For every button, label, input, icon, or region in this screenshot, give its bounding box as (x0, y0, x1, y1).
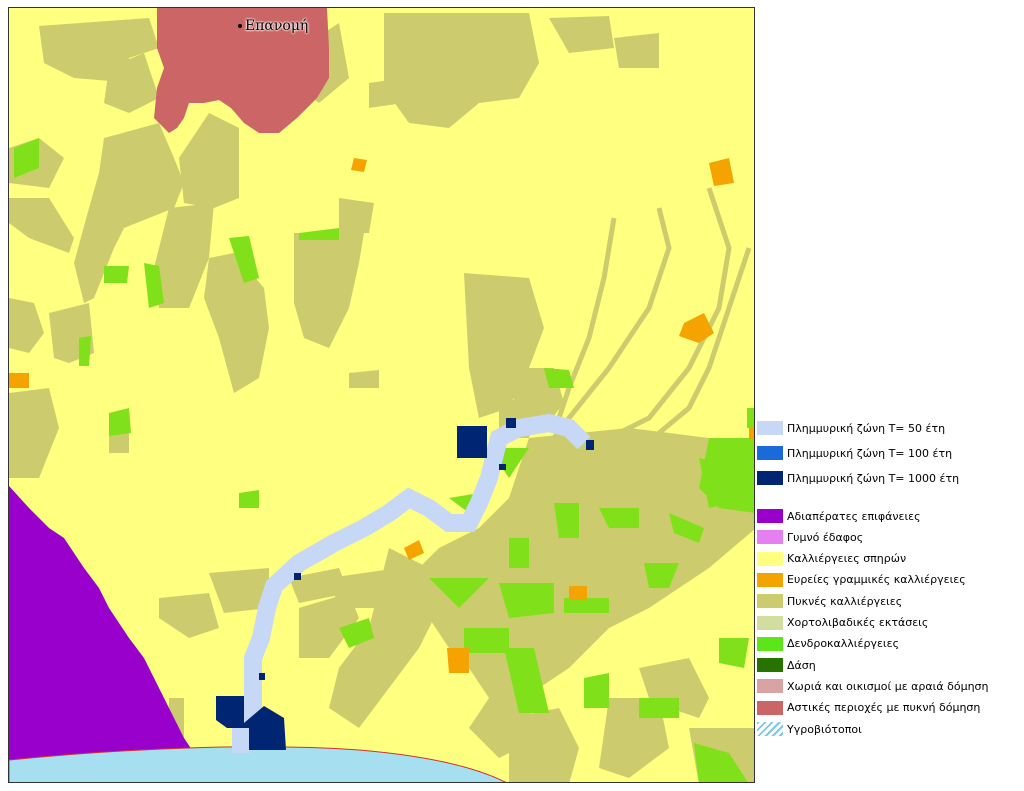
legend-swatch (757, 509, 783, 523)
legend-swatch (757, 421, 783, 435)
legend-swatch (757, 530, 783, 545)
legend-item-landuse-0: Αδιαπέρατες επιφάνειες (757, 508, 921, 524)
legend-label: Δενδροκαλλιέργειες (787, 637, 900, 651)
place-dot-icon (238, 24, 242, 28)
map-svg (9, 8, 754, 782)
legend-swatch (757, 615, 783, 630)
legend-swatch (757, 594, 783, 609)
legend-item-landuse-5: Χορτολιβαδικές εκτάσεις (757, 615, 928, 631)
legend-item-landuse-9: Αστικές περιοχές με πυκνή δόμηση (757, 700, 980, 716)
legend-item-landuse-4: Πυκνές καλλιέργειες (757, 593, 902, 609)
legend-label: Πλημμυρική ζώνη Τ= 1000 έτη (787, 471, 960, 485)
legend-swatch (757, 636, 783, 651)
legend-item-flood-1: Πλημμυρική ζώνη Τ= 100 έτη (757, 445, 952, 461)
legend-swatch (757, 471, 783, 485)
legend-item-landuse-10: Υγροβιότοποι (757, 721, 862, 737)
map-canvas[interactable]: Επανομή (8, 7, 755, 783)
legend-item-flood-0: Πλημμυρική ζώνη Τ= 50 έτη (757, 420, 945, 436)
legend-label: Χωριά και οικισμοί με αραιά δόμηση (787, 679, 989, 693)
legend-swatch (757, 551, 783, 566)
legend-swatch (757, 658, 783, 673)
legend-label: Γυμνό έδαφος (787, 530, 864, 544)
legend-item-landuse-1: Γυμνό έδαφος (757, 529, 863, 545)
legend-label: Υγροβιότοποι (787, 722, 862, 736)
legend-label: Χορτολιβαδικές εκτάσεις (787, 616, 929, 629)
legend-label: Πλημμυρική ζώνη Τ= 100 έτη (787, 446, 953, 460)
legend-swatch (757, 700, 783, 715)
place-name: Επανομή (245, 18, 309, 34)
legend-label: Ευρείες γραμμικές καλλιέργειες (787, 573, 966, 587)
legend-swatch (757, 679, 783, 694)
legend-label: Αδιαπέρατες επιφάνειες (787, 509, 921, 523)
legend-item-landuse-3: Ευρείες γραμμικές καλλιέργειες (757, 572, 966, 588)
legend-item-landuse-2: Καλλιέργειες σπηρών (757, 551, 906, 567)
legend-label: Πυκνές καλλιέργειες (787, 594, 903, 608)
legend-swatch (757, 722, 783, 736)
legend-label: Καλλιέργειες σπηρών (787, 552, 907, 566)
legend-item-landuse-7: Δάση (757, 657, 816, 673)
legend-swatch (757, 572, 783, 587)
legend-item-landuse-8: Χωριά και οικισμοί με αραιά δόμηση (757, 678, 989, 694)
legend-item-landuse-6: Δενδροκαλλιέργειες (757, 636, 899, 652)
legend-label: Πλημμυρική ζώνη Τ= 50 έτη (787, 421, 946, 435)
legend-label: Αστικές περιοχές με πυκνή δόμηση (787, 701, 981, 715)
place-label-epanomi: Επανομή (238, 18, 308, 34)
legend-swatch (757, 446, 783, 460)
legend-item-flood-2: Πλημμυρική ζώνη Τ= 1000 έτη (757, 470, 959, 486)
legend-label: Δάση (787, 658, 816, 672)
